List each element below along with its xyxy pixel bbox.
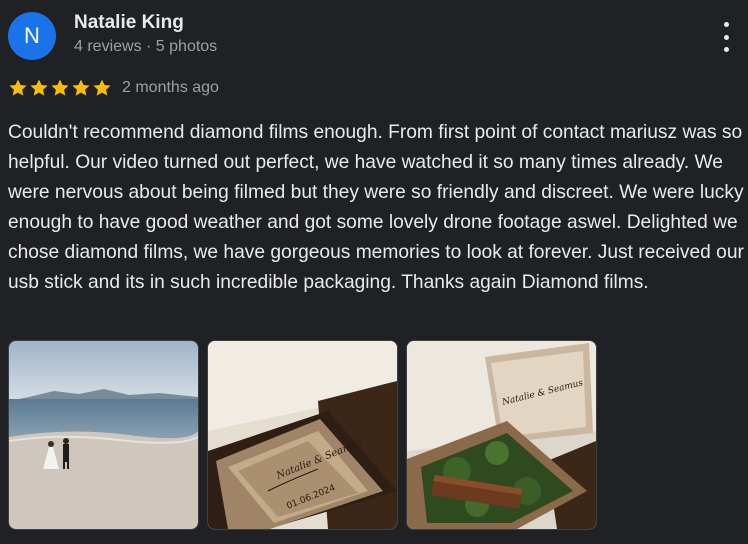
review-time: 2 months ago	[122, 79, 219, 96]
star-icon	[72, 79, 90, 96]
star-rating	[8, 78, 112, 98]
reviewer-meta: 4 reviews · 5 photos	[74, 38, 218, 55]
photo-wooden-box[interactable]: Natalie & Seamus 01.06.2024	[207, 340, 398, 530]
star-icon	[93, 79, 111, 96]
star-icon	[9, 79, 27, 96]
photo-beach[interactable]	[8, 340, 199, 530]
photo-open-box[interactable]: Natalie & Seamus	[406, 340, 597, 530]
star-icon	[51, 79, 69, 96]
more-vert-icon[interactable]	[716, 22, 736, 52]
avatar-initial: N	[24, 23, 40, 48]
photo-strip: Natalie & Seamus 01.06.2024 Natalie & Se…	[8, 340, 597, 530]
avatar[interactable]: N	[8, 12, 56, 60]
reviewer-name[interactable]: Natalie King	[74, 12, 184, 34]
star-icon	[30, 79, 48, 96]
review-text: Couldn't recommend diamond films enough.…	[8, 122, 744, 293]
